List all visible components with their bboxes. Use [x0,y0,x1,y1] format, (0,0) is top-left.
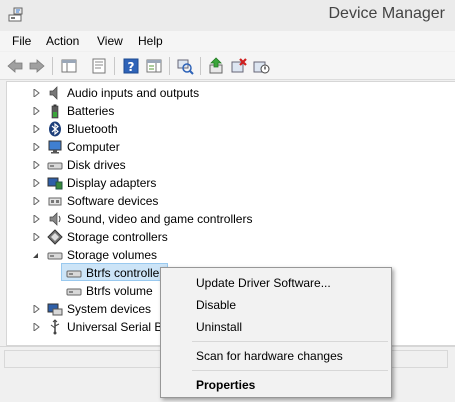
storage-controller-icon [47,229,63,245]
menu-bar: File Action View Help [0,31,455,51]
menu-separator [192,341,388,342]
tree-node-bluetooth[interactable]: Bluetooth [7,120,447,138]
menu-action[interactable]: Action [46,34,79,48]
tree-node-label: Disk drives [67,158,126,172]
computer-icon [48,140,62,154]
menu-item-update-driver[interactable]: Update Driver Software... [196,276,331,290]
title-bar: Device Manager [0,0,455,31]
toolbar-separator [114,57,115,75]
tree-node-label: Bluetooth [67,122,118,136]
menu-item-scan-hardware[interactable]: Scan for hardware changes [196,349,343,363]
tree-node-sound-video-game[interactable]: Sound, video and game controllers [7,210,447,228]
tree-node-label: Audio inputs and outputs [67,86,200,100]
scan-hardware-icon[interactable] [176,57,194,75]
menu-help[interactable]: Help [138,34,163,48]
tree-node-label: Storage volumes [67,248,158,262]
tree-node-disk-drives[interactable]: Disk drives [7,156,447,174]
expand-arrow-icon[interactable] [33,233,40,241]
window-title: Device Manager [328,5,446,22]
expand-arrow-icon[interactable] [33,215,40,223]
sound-controller-icon [49,212,61,226]
bluetooth-icon [49,121,61,137]
disk-drive-icon [47,162,63,170]
tree-node-label: Software devices [67,194,159,208]
tree-node-label: Display adapters [67,176,157,190]
expand-arrow-icon[interactable] [33,197,40,205]
expand-arrow-icon[interactable] [33,305,40,313]
software-device-icon [48,197,62,206]
expand-arrow-icon[interactable] [33,107,40,115]
forward-icon[interactable] [28,57,46,75]
tree-node-audio[interactable]: Audio inputs and outputs [7,84,447,102]
volume-icon [66,288,82,296]
speaker-icon [49,86,58,100]
menu-item-uninstall[interactable]: Uninstall [196,320,242,334]
expand-arrow-icon[interactable] [33,125,40,133]
storage-volume-icon [47,252,63,260]
tree-node-label: Sound, video and game controllers [67,212,253,226]
tree-node-label: System devices [67,302,152,316]
collapse-arrow-icon[interactable] [32,251,39,259]
tree-node-label: Universal Serial Bu [67,320,170,334]
tree-node-batteries[interactable]: Batteries [7,102,447,120]
device-manager-app-icon [8,7,23,22]
menu-file[interactable]: File [12,34,31,48]
svg-text:?: ? [128,60,135,74]
help-icon[interactable]: ? [122,57,140,75]
tree-node-label: Btrfs volume [86,284,153,298]
tree-node-label: Computer [67,140,120,154]
expand-arrow-icon[interactable] [33,323,40,331]
tree-node-software-devices[interactable]: Software devices [7,192,447,210]
tree-node-storage-volumes[interactable]: Storage volumes [7,246,447,264]
usb-icon [50,319,60,335]
expand-arrow-icon[interactable] [33,89,40,97]
toolbar: ? [0,52,455,80]
display-adapter-icon [47,177,63,190]
battery-icon [51,104,59,119]
system-device-icon [47,303,63,316]
uninstall-device-icon[interactable] [230,57,248,75]
tree-node-display-adapters[interactable]: Display adapters [7,174,447,192]
tree-node-storage-controllers[interactable]: Storage controllers [7,228,447,246]
update-driver-icon[interactable] [207,57,225,75]
tree-node-computer[interactable]: Computer [7,138,447,156]
tree-node-label: Btrfs controller [86,266,164,280]
disable-device-icon[interactable] [252,57,270,75]
expand-arrow-icon[interactable] [33,161,40,169]
toolbar-separator [52,57,53,75]
show-hide-console-tree-icon[interactable] [60,57,78,75]
tree-node-label: Storage controllers [67,230,168,244]
menu-view[interactable]: View [97,34,123,48]
context-menu: Update Driver Software... Disable Uninst… [160,267,392,398]
expand-arrow-icon[interactable] [33,179,40,187]
menu-item-disable[interactable]: Disable [196,298,236,312]
toolbar-separator [169,57,170,75]
tree-node-label: Batteries [67,104,115,118]
volume-icon [66,270,82,278]
properties-icon[interactable] [90,57,108,75]
menu-item-properties[interactable]: Properties [196,378,255,392]
menu-separator [192,370,388,371]
back-icon[interactable] [6,57,24,75]
toolbar-separator [200,57,201,75]
action-pane-icon[interactable] [145,57,163,75]
expand-arrow-icon[interactable] [33,143,40,151]
